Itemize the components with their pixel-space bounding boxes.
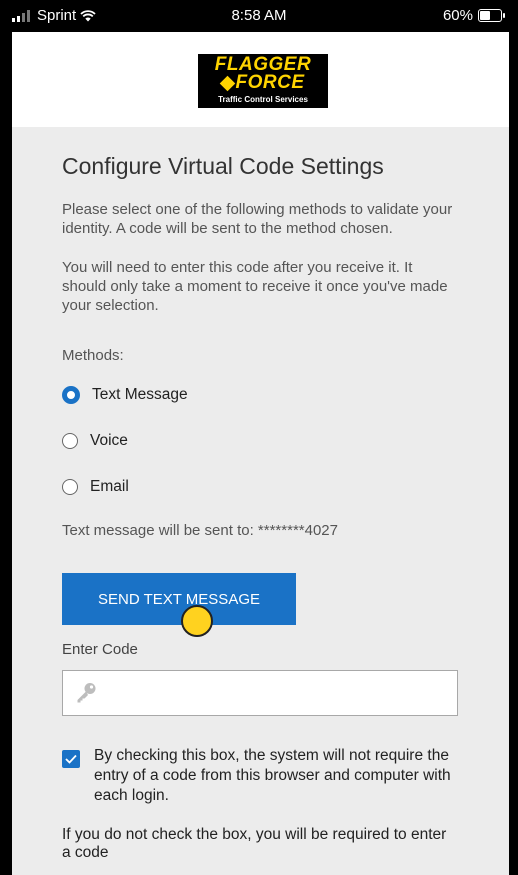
battery-icon <box>478 9 505 22</box>
page-title: Configure Virtual Code Settings <box>62 153 384 179</box>
radio-label: Text Message <box>92 386 188 403</box>
radio-button[interactable] <box>62 479 78 495</box>
method-email[interactable]: Email <box>62 474 459 500</box>
cut-off-text: If you do not check the box, you will be… <box>62 826 447 861</box>
diamond-icon <box>219 75 235 91</box>
sent-to-text: Text message will be sent to: ********40… <box>62 522 338 539</box>
remember-text: By checking this box, the system will no… <box>94 747 451 804</box>
clock: 8:58 AM <box>231 7 287 24</box>
touch-indicator <box>181 605 213 637</box>
remember-browser-option[interactable]: By checking this box, the system will no… <box>62 746 459 806</box>
key-icon <box>77 683 96 703</box>
method-text-message[interactable]: Text Message <box>62 382 459 408</box>
flagger-force-logo: FLAGGER FORCE Traffic Control Services <box>198 54 328 108</box>
radio-button[interactable] <box>62 433 78 449</box>
radio-label: Voice <box>90 432 128 449</box>
methods-label: Methods: <box>62 347 124 364</box>
page: FLAGGER FORCE Traffic Control Services C… <box>12 32 509 875</box>
methods-radio-group: Text Message Voice Email <box>62 382 459 500</box>
radio-button[interactable] <box>62 386 80 404</box>
instructions-text: Please select one of the following metho… <box>62 201 453 237</box>
main-content: Configure Virtual Code Settings Please s… <box>12 151 509 862</box>
method-voice[interactable]: Voice <box>62 428 459 454</box>
send-text-message-button[interactable]: SEND TEXT MESSAGE <box>62 573 296 625</box>
logo-header: FLAGGER FORCE Traffic Control Services <box>12 32 509 127</box>
status-bar: Sprint 8:58 AM 60% <box>0 0 518 32</box>
note-text: You will need to enter this code after y… <box>62 259 448 314</box>
code-input[interactable] <box>62 670 458 716</box>
checkmark-icon <box>65 754 77 764</box>
battery-status: 60% <box>442 7 505 24</box>
radio-label: Email <box>90 478 129 495</box>
remember-checkbox[interactable] <box>62 750 80 768</box>
enter-code-label: Enter Code <box>62 641 138 658</box>
battery-percent: 60% <box>442 7 473 24</box>
